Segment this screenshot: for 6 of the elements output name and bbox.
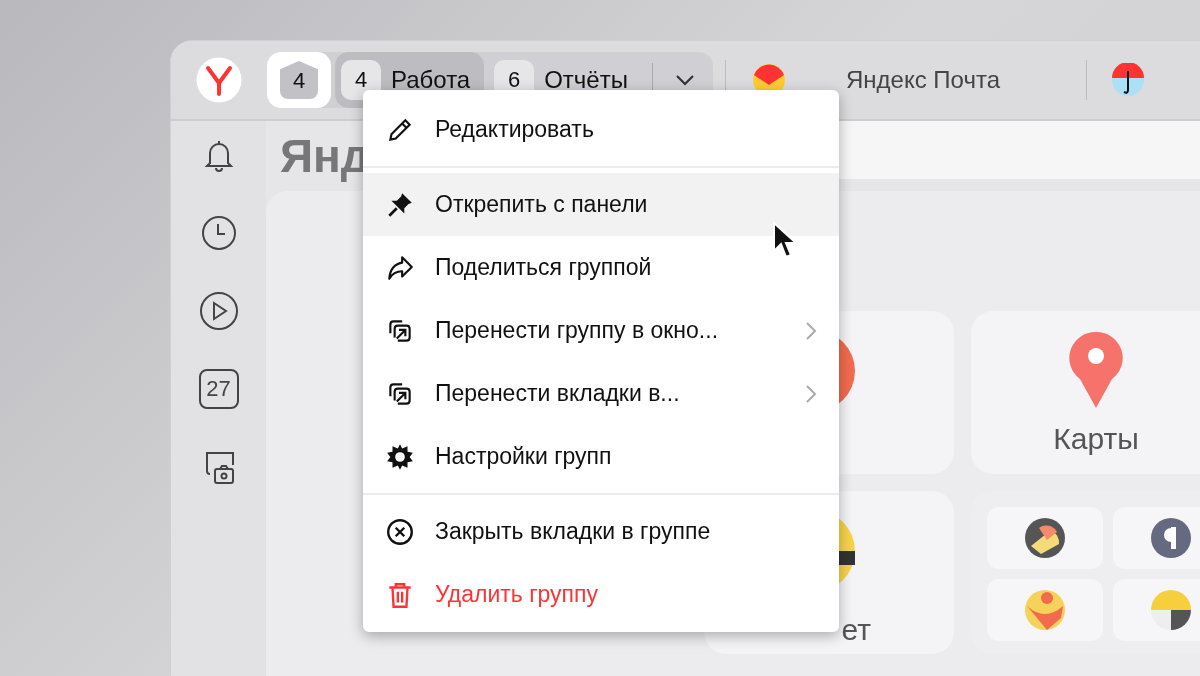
group-label: Работа — [391, 66, 471, 94]
tile-label: ет — [841, 613, 871, 647]
tile-label: Карты — [1053, 421, 1139, 456]
group-label: Отчёты — [544, 66, 628, 94]
tab-title: Яндекс Почта — [845, 66, 1000, 94]
group-count-badge: 4 — [280, 61, 318, 99]
